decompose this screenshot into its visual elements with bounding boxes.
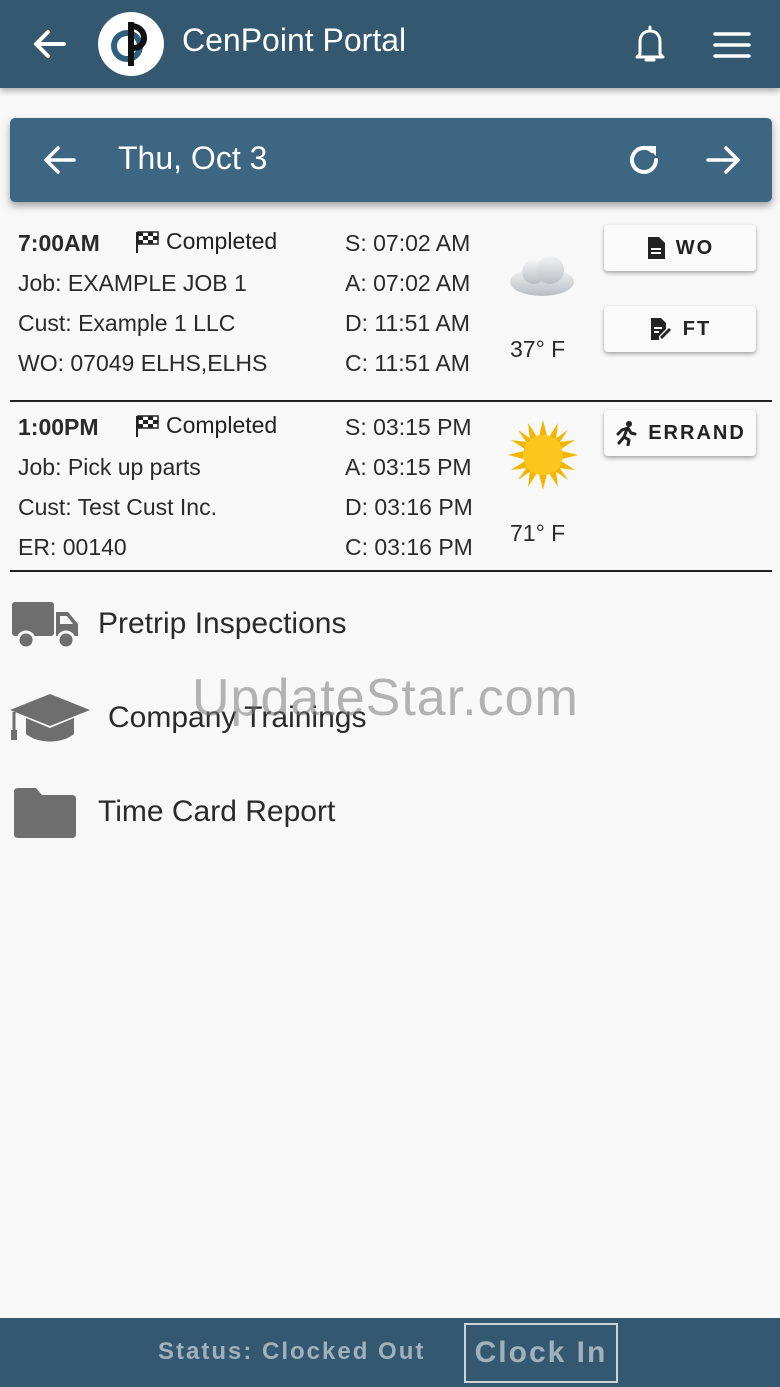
ft-button-label: FT — [682, 317, 712, 340]
selected-date: Thu, Oct 3 — [118, 140, 268, 176]
job-temperature: 71° F — [510, 520, 566, 546]
cloud-icon — [510, 256, 574, 296]
clock-status: Status: Clocked Out — [158, 1338, 426, 1365]
job-entry[interactable]: 1:00PM Completed Job: Pick up parts Cust… — [10, 404, 772, 572]
time-card-report-label: Time Card Report — [98, 795, 336, 828]
job-customer: Cust: Example 1 LLC — [18, 310, 236, 336]
pretrip-inspections-link[interactable]: Pretrip Inspections — [12, 598, 346, 650]
edit-document-icon — [650, 318, 671, 340]
job-status: Completed — [134, 228, 277, 255]
job-temperature: 37° F — [510, 336, 566, 362]
wo-button[interactable]: WO — [604, 225, 756, 271]
job-customer: Cust: Test Cust Inc. — [18, 494, 217, 520]
job-errand-number: ER: 00140 — [18, 534, 127, 560]
running-person-icon — [616, 421, 637, 446]
job-depart-time: D: 03:16 PM — [345, 494, 473, 520]
refresh-icon[interactable] — [624, 140, 664, 180]
job-entry[interactable]: 7:00AM Completed Job: EXAMPLE JOB 1 Cust… — [10, 220, 772, 402]
job-status-label: Completed — [166, 228, 278, 254]
notification-bell-icon[interactable] — [630, 24, 670, 66]
job-arrive-time: A: 07:02 AM — [345, 270, 471, 296]
job-work-order: WO: 07049 ELHS,ELHS — [18, 350, 268, 376]
next-day-arrow-icon[interactable] — [704, 142, 744, 178]
job-arrive-time: A: 03:15 PM — [345, 454, 472, 480]
job-complete-time: C: 03:16 PM — [345, 534, 473, 560]
document-icon — [647, 237, 665, 259]
job-time: 1:00PM — [18, 414, 99, 440]
hamburger-menu-icon[interactable] — [712, 28, 752, 62]
job-name: Job: Pick up parts — [18, 454, 201, 480]
checkered-flag-icon — [136, 414, 159, 437]
pretrip-inspections-label: Pretrip Inspections — [98, 607, 347, 640]
clock-in-button[interactable]: Clock In — [464, 1323, 618, 1383]
company-trainings-label: Company Trainings — [108, 701, 367, 734]
wo-button-label: WO — [675, 236, 715, 259]
back-arrow-icon[interactable] — [30, 24, 70, 64]
app-title: CenPoint Portal — [182, 22, 407, 58]
checkered-flag-icon — [136, 230, 159, 253]
job-time: 7:00AM — [18, 230, 100, 256]
app-logo — [98, 12, 164, 76]
job-name: Job: EXAMPLE JOB 1 — [18, 270, 247, 296]
job-start-time: S: 07:02 AM — [345, 230, 471, 256]
graduation-cap-icon — [10, 694, 90, 742]
previous-day-arrow-icon[interactable] — [42, 142, 78, 178]
truck-icon — [12, 602, 78, 650]
job-depart-time: D: 11:51 AM — [345, 310, 470, 336]
errand-button[interactable]: ERRAND — [604, 410, 756, 456]
time-card-report-link[interactable]: Time Card Report — [14, 786, 335, 838]
cenpoint-logo-icon — [111, 22, 147, 66]
job-status: Completed — [134, 412, 277, 439]
job-start-time: S: 03:15 PM — [345, 414, 472, 440]
errand-button-label: ERRAND — [648, 421, 746, 444]
bottom-status-bar: Status: Clocked Out Clock In — [0, 1318, 780, 1387]
job-complete-time: C: 11:51 AM — [345, 350, 470, 376]
folder-icon — [14, 788, 76, 838]
job-status-label: Completed — [166, 412, 278, 438]
company-trainings-link[interactable]: Company Trainings — [8, 692, 366, 744]
date-navigation-bar: Thu, Oct 3 — [10, 118, 772, 202]
ft-button[interactable]: FT — [604, 306, 756, 352]
app-bar: CenPoint Portal — [0, 0, 780, 88]
sun-icon — [508, 420, 578, 490]
